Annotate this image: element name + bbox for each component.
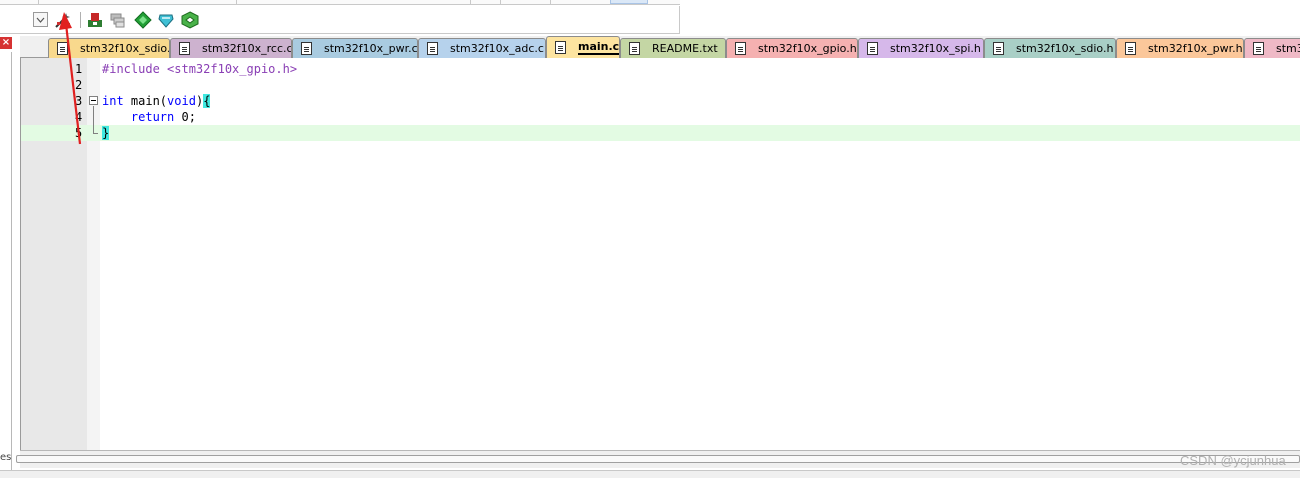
code-token: return: [130, 110, 175, 124]
file-icon: [301, 42, 312, 55]
code-token: void: [167, 94, 196, 108]
download-flash-icon[interactable]: [86, 11, 104, 29]
file-icon: [179, 42, 190, 55]
editor-tab-bar: stm32f10x_sdio.c stm32f10x_rcc.c stm32f10x…: [20, 36, 1300, 58]
tab-label: main.c: [578, 40, 620, 55]
tab-label: README.txt: [652, 42, 718, 55]
tab-label: stm32f10x_pwr.c: [324, 42, 418, 55]
status-bar: [0, 470, 1300, 478]
line-number: 4: [75, 110, 83, 124]
line-number: 3: [75, 94, 83, 108]
code-token: #include <stm32f10x_gpio.h>: [102, 62, 298, 76]
tab-label: stm32f10x_adc.c: [450, 42, 544, 55]
horizontal-scrollbar[interactable]: [16, 455, 1300, 463]
code-line[interactable]: 5}: [21, 125, 1300, 141]
code-line[interactable]: 4 return 0;: [21, 109, 1300, 125]
file-icon: [629, 42, 640, 55]
code-line[interactable]: 3 int main(void){: [21, 93, 1300, 109]
code-token: 0;: [174, 110, 196, 124]
tab-label: stm32f10x_sdio.h: [1016, 42, 1114, 55]
fold-guide-line: [93, 106, 94, 133]
tab-stm32f10x-gpio-h[interactable]: stm32f10x_gpio.h: [726, 38, 858, 58]
close-panel-icon[interactable]: ×: [0, 37, 12, 49]
build-toolbar: [0, 6, 680, 34]
green-diamond-icon[interactable]: [134, 11, 152, 29]
tab-readme-txt[interactable]: README.txt: [620, 38, 726, 58]
code-token: }: [102, 126, 110, 140]
code-token: {: [203, 94, 211, 108]
tab-stm32f10x-sdio-c[interactable]: stm32f10x_sdio.c: [48, 38, 170, 58]
cyan-diamond-icon[interactable]: [157, 11, 175, 29]
tab-label: stm32f10x_rcc.c: [202, 42, 292, 55]
tab-stm3[interactable]: stm3: [1244, 38, 1300, 58]
fold-end-mark: [93, 133, 98, 134]
tab-stm32f10x-rcc-c[interactable]: stm32f10x_rcc.c: [170, 38, 292, 58]
tab-main-c[interactable]: main.c: [546, 36, 620, 58]
fold-collapse-icon[interactable]: [89, 96, 98, 105]
code-line[interactable]: 2: [21, 77, 1300, 93]
file-icon: [427, 42, 438, 55]
tab-stm32f10x-pwr-h[interactable]: stm32f10x_pwr.h: [1116, 38, 1244, 58]
watermark-text: CSDN @ycjunhua: [1180, 453, 1286, 468]
tab-label: stm32f10x_spi.h: [890, 42, 981, 55]
code-text: return 0;: [102, 109, 196, 125]
tab-stm32f10x-sdio-h[interactable]: stm32f10x_sdio.h: [984, 38, 1116, 58]
file-icon: [1125, 42, 1136, 55]
tab-label: stm32f10x_sdio.c: [80, 42, 170, 55]
code-token: main(: [123, 94, 168, 108]
tab-stm32f10x-adc-c[interactable]: stm32f10x_adc.c: [418, 38, 546, 58]
magic-wand-icon[interactable]: [54, 11, 72, 29]
green-cube-icon[interactable]: [181, 11, 199, 29]
tab-label: stm3: [1276, 42, 1300, 55]
line-number: 2: [75, 78, 83, 92]
tab-stm32f10x-pwr-c[interactable]: stm32f10x_pwr.c: [292, 38, 418, 58]
tab-label: stm32f10x_pwr.h: [1148, 42, 1243, 55]
line-number: 5: [75, 126, 83, 140]
tab-stm32f10x-spi-h[interactable]: stm32f10x_spi.h: [858, 38, 984, 58]
file-icon: [867, 42, 878, 55]
target-dropdown-arrow-icon[interactable]: [33, 12, 48, 27]
tab-label: stm32f10x_gpio.h: [758, 42, 857, 55]
layers-icon[interactable]: [109, 11, 127, 29]
project-panel: [0, 52, 12, 472]
menu-strip: [0, 0, 680, 5]
file-icon: [57, 42, 68, 55]
ide-window: × es stm32f10x_sdio.c stm32f10x_rcc.c stm3…: [0, 0, 1300, 478]
file-icon: [1253, 42, 1264, 55]
line-number: 1: [75, 62, 83, 76]
code-text: #include <stm32f10x_gpio.h>: [102, 61, 297, 77]
code-token: int: [102, 94, 124, 108]
file-icon: [735, 42, 746, 55]
file-icon: [993, 42, 1004, 55]
code-text: }: [102, 125, 110, 141]
panel-tab-label[interactable]: es: [0, 452, 11, 463]
file-icon: [555, 41, 566, 54]
code-line[interactable]: 1 #include <stm32f10x_gpio.h>: [21, 61, 1300, 77]
code-editor[interactable]: 1 #include <stm32f10x_gpio.h> 2 3 int main(v…: [20, 58, 1300, 450]
code-text: int main(void){: [102, 93, 211, 109]
